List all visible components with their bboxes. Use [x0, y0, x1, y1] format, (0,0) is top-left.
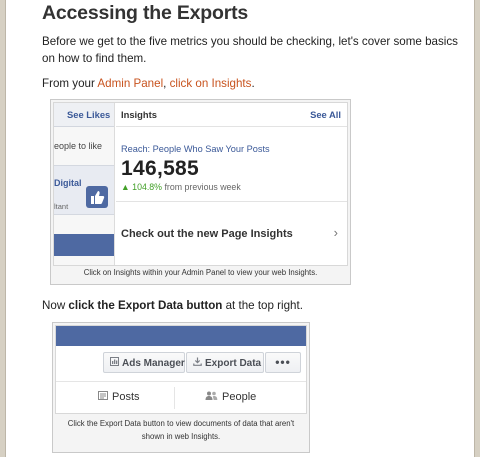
- more-dots-icon: •••: [275, 355, 291, 369]
- consultant-text: ltant: [54, 202, 69, 211]
- left-page-border: [0, 0, 6, 457]
- new-page-insights-link[interactable]: Check out the new Page Insights: [121, 228, 293, 240]
- reach-change: ▲ 104.8% from previous week: [121, 182, 241, 192]
- more-options-button[interactable]: •••: [265, 352, 301, 373]
- insights-screenshot: See Likes eople to like Digital ltant In…: [53, 102, 348, 266]
- digital-text: Digital: [54, 178, 82, 188]
- change-percent: 104.8%: [132, 182, 163, 192]
- left-blue-bar: [54, 234, 114, 256]
- step1-paragraph: From your Admin Panel, click on Insights…: [42, 75, 255, 92]
- admin-panel-link[interactable]: Admin Panel: [97, 77, 163, 90]
- tab-people[interactable]: People: [205, 391, 256, 403]
- left-column: See Likes eople to like Digital ltant: [54, 103, 115, 265]
- step1-prefix: From your: [42, 77, 98, 90]
- step2-paragraph: Now click the Export Data button at the …: [42, 297, 303, 314]
- toolbar-separator: [56, 381, 306, 382]
- click-on-insights-link[interactable]: click on Insights: [170, 77, 252, 90]
- export-data-label: Export Data: [205, 358, 262, 369]
- chevron-right-icon[interactable]: ›: [334, 225, 338, 240]
- export-data-screenshot: Ads Manager Export Data ••• Posts People: [55, 325, 307, 414]
- posts-icon: [98, 391, 108, 400]
- tab-posts-label: Posts: [112, 391, 140, 403]
- reach-value: 146,585: [121, 157, 200, 180]
- download-icon: [193, 357, 202, 366]
- right-page-border: [474, 0, 480, 457]
- change-text: from previous week: [162, 182, 241, 192]
- intro-paragraph: Before we get to the five metrics you sh…: [42, 35, 458, 65]
- see-likes-link[interactable]: See Likes: [67, 109, 110, 120]
- tab-posts[interactable]: Posts: [98, 391, 140, 403]
- page-suggestion-card: Digital ltant: [54, 165, 114, 215]
- step2-bold: click the Export Data button: [68, 299, 223, 312]
- insights-title[interactable]: Insights: [121, 109, 157, 120]
- facebook-top-bar: [56, 326, 306, 346]
- step2-prefix: Now: [42, 299, 69, 312]
- people-to-like-text: eople to like: [54, 141, 103, 151]
- figure1-caption: Click on Insights within your Admin Pane…: [83, 268, 318, 277]
- tab-divider: [174, 387, 175, 409]
- export-data-button[interactable]: Export Data: [186, 352, 264, 373]
- people-icon: [205, 391, 218, 400]
- insights-header: Insights See All: [116, 103, 347, 127]
- export-data-screenshot-figure: Ads Manager Export Data ••• Posts People…: [52, 322, 310, 453]
- ads-manager-label: Ads Manager: [122, 358, 185, 369]
- step1-suffix: .: [251, 77, 255, 90]
- see-all-link[interactable]: See All: [310, 109, 341, 120]
- insights-screenshot-figure: See Likes eople to like Digital ltant In…: [50, 99, 351, 285]
- ads-manager-icon: [110, 357, 119, 366]
- up-arrow-icon: ▲: [121, 182, 130, 192]
- ads-manager-button[interactable]: Ads Manager: [103, 352, 185, 373]
- figure2-caption: Click the Export Data button to view doc…: [67, 419, 295, 441]
- section-heading: Accessing the Exports: [42, 2, 249, 24]
- reach-label[interactable]: Reach: People Who Saw Your Posts: [121, 144, 270, 154]
- left-header: See Likes: [54, 103, 114, 127]
- insights-panel: Insights See All Reach: People Who Saw Y…: [116, 103, 347, 265]
- thumbs-up-icon[interactable]: [86, 186, 108, 208]
- tab-people-label: People: [222, 391, 257, 403]
- step2-suffix: at the top right.: [222, 299, 303, 312]
- insights-divider: [116, 201, 347, 202]
